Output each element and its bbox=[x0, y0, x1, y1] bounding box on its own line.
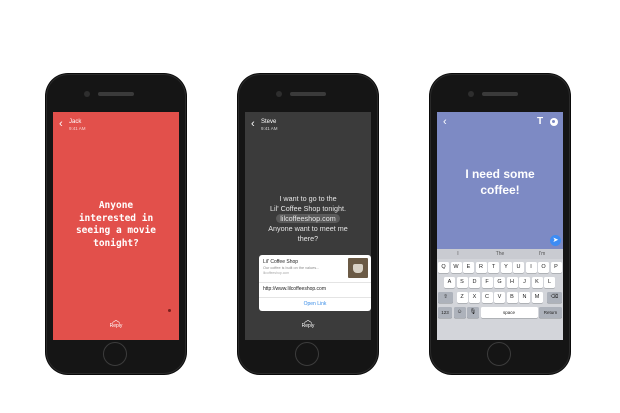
key[interactable]: F bbox=[481, 277, 493, 288]
message-link[interactable]: lilcoffeeshop.com bbox=[276, 214, 340, 223]
suggestion[interactable]: I bbox=[437, 251, 479, 257]
reply-label: Reply bbox=[301, 323, 315, 329]
key[interactable]: P bbox=[550, 262, 562, 273]
send-arrow-icon[interactable]: ➤ bbox=[550, 235, 561, 246]
phone-steve: ‹ Steve 9:41 AM I want to go to the Lil'… bbox=[238, 74, 378, 374]
key[interactable]: R bbox=[475, 262, 487, 273]
key[interactable]: C bbox=[481, 292, 493, 303]
contact-name: Steve bbox=[261, 119, 277, 125]
key[interactable]: Y bbox=[500, 262, 512, 273]
suggestion-bar: I The I'm bbox=[437, 249, 563, 259]
message-screen: ‹ Steve 9:41 AM I want to go to the Lil'… bbox=[245, 112, 371, 340]
compose-text[interactable]: I need some coffee! bbox=[437, 166, 563, 198]
phone-jack: ‹ Jack 9:41 AM Anyone interested in seei… bbox=[46, 74, 186, 374]
palette-icon[interactable] bbox=[550, 118, 558, 126]
key-row-2: A S D F G H J K L bbox=[437, 277, 563, 289]
key[interactable]: O bbox=[538, 262, 549, 273]
key[interactable]: B bbox=[506, 292, 518, 303]
key[interactable]: E bbox=[463, 262, 474, 273]
coffee-thumbnail-image bbox=[348, 258, 368, 278]
home-button[interactable] bbox=[103, 342, 127, 366]
key[interactable]: V bbox=[494, 292, 505, 303]
link-preview-card[interactable]: Lil' Coffee Shop Our coffee is built on … bbox=[259, 255, 371, 311]
key-row-4: 123 ☺ 🎙 space Return bbox=[437, 307, 563, 319]
key[interactable]: T bbox=[488, 262, 499, 273]
key[interactable]: I bbox=[525, 262, 537, 273]
key[interactable]: D bbox=[469, 277, 480, 288]
key[interactable]: G bbox=[494, 277, 505, 288]
front-camera bbox=[84, 91, 90, 97]
suggestion[interactable]: The bbox=[479, 251, 521, 257]
key[interactable]: K bbox=[531, 277, 543, 288]
reply-label: Reply bbox=[109, 323, 123, 329]
key-row-3: ⇧ Z X C V B N M ⌫ bbox=[437, 292, 563, 304]
space-key[interactable]: space bbox=[480, 307, 538, 318]
key[interactable]: Z bbox=[456, 292, 468, 303]
earpiece-speaker bbox=[98, 92, 134, 96]
reply-button[interactable]: ︿ Reply bbox=[245, 316, 371, 330]
return-key[interactable]: Return bbox=[539, 307, 562, 318]
open-link-button[interactable]: Open Link bbox=[259, 297, 371, 307]
message-text: Anyone interested in seeing a movie toni… bbox=[75, 200, 157, 249]
message-time: 9:41 AM bbox=[69, 126, 86, 131]
key[interactable]: S bbox=[456, 277, 468, 288]
message-time: 9:41 AM bbox=[261, 126, 278, 131]
key[interactable]: A bbox=[444, 277, 455, 288]
back-chevron-icon[interactable]: ‹ bbox=[443, 117, 447, 128]
numbers-key[interactable]: 123 bbox=[438, 307, 452, 318]
key[interactable]: Q bbox=[438, 262, 449, 273]
keyboard: I The I'm Q W E R T Y U I O P A S D F G … bbox=[437, 249, 563, 340]
earpiece-speaker bbox=[290, 92, 326, 96]
key[interactable]: H bbox=[506, 277, 518, 288]
back-chevron-icon[interactable]: ‹ bbox=[59, 119, 63, 130]
back-chevron-icon[interactable]: ‹ bbox=[251, 119, 255, 130]
backspace-key-icon[interactable]: ⌫ bbox=[547, 292, 562, 303]
reply-button[interactable]: ︿ Reply bbox=[53, 316, 179, 330]
front-camera bbox=[468, 91, 474, 97]
emoji-key-icon[interactable]: ☺ bbox=[453, 307, 466, 318]
key[interactable]: J bbox=[519, 277, 530, 288]
compose-area[interactable]: ‹ T I need some coffee! ➤ bbox=[437, 112, 563, 249]
key[interactable]: N bbox=[519, 292, 530, 303]
message-screen: ‹ Jack 9:41 AM Anyone interested in seei… bbox=[53, 112, 179, 340]
key[interactable]: X bbox=[469, 292, 480, 303]
link-description: Our coffee is built on the values... bbox=[263, 266, 320, 270]
key[interactable]: L bbox=[544, 277, 555, 288]
microphone-key-icon[interactable]: 🎙 bbox=[467, 307, 479, 318]
key[interactable]: M bbox=[531, 292, 543, 303]
suggestion[interactable]: I'm bbox=[521, 251, 563, 257]
link-domain: lilcoffeeshop.com bbox=[263, 271, 290, 275]
home-button[interactable] bbox=[295, 342, 319, 366]
compose-screen: ‹ T I need some coffee! ➤ I The I'm Q W … bbox=[437, 112, 563, 340]
text-style-icon[interactable]: T bbox=[537, 116, 543, 127]
home-button[interactable] bbox=[487, 342, 511, 366]
shift-key-icon[interactable]: ⇧ bbox=[438, 292, 453, 303]
indicator-dot bbox=[168, 309, 171, 312]
front-camera bbox=[276, 91, 282, 97]
key-row-1: Q W E R T Y U I O P bbox=[437, 262, 563, 274]
key[interactable]: W bbox=[450, 262, 462, 273]
link-title: Lil' Coffee Shop bbox=[263, 259, 299, 265]
earpiece-speaker bbox=[482, 92, 518, 96]
phone-compose: ‹ T I need some coffee! ➤ I The I'm Q W … bbox=[430, 74, 570, 374]
key[interactable]: U bbox=[513, 262, 524, 273]
link-url[interactable]: http://www.lilcoffeeshop.com bbox=[259, 282, 371, 292]
contact-name: Jack bbox=[69, 119, 82, 125]
message-text: I want to go to the Lil' Coffee Shop ton… bbox=[268, 194, 348, 243]
